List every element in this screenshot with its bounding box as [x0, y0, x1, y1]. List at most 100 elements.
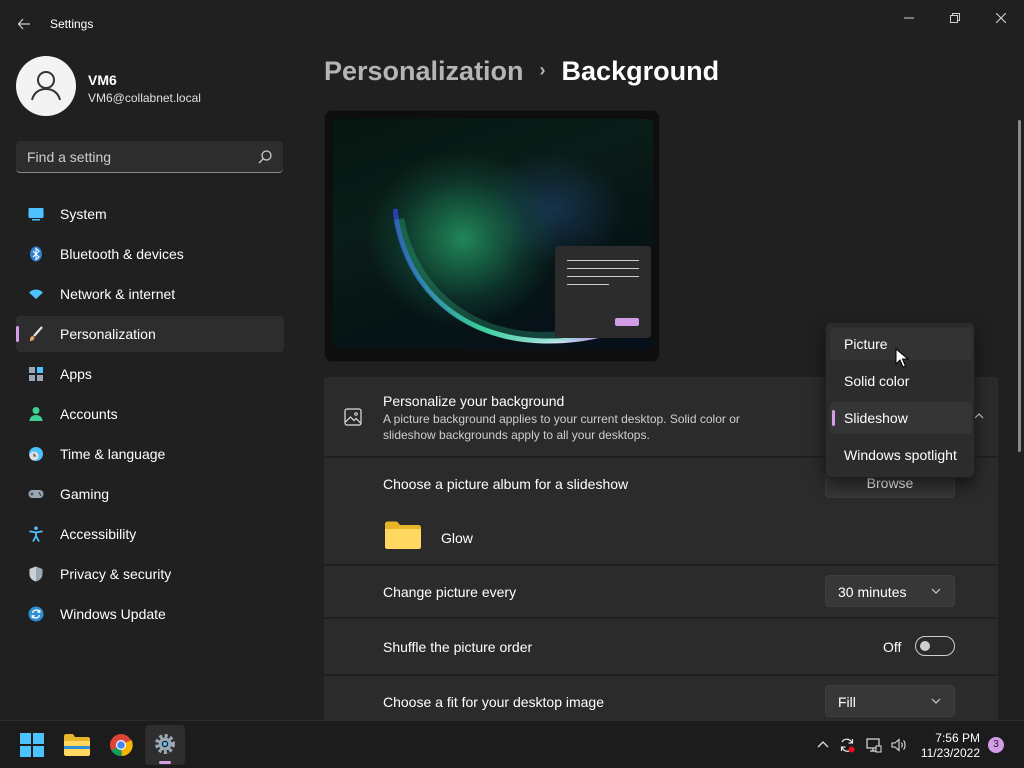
sync-alert-icon[interactable]	[839, 737, 855, 753]
gamepad-icon	[28, 490, 44, 498]
change-picture-label: Change picture every	[383, 584, 517, 600]
app-title: Settings	[50, 17, 94, 31]
minimize-icon	[904, 17, 914, 19]
fit-select[interactable]: Fill	[825, 685, 955, 717]
start-icon	[20, 733, 44, 757]
sidebar-item-system[interactable]: System	[16, 196, 284, 232]
taskbar-clock[interactable]: 7:56 PM 11/23/2022	[918, 731, 980, 761]
network-icon[interactable]	[866, 737, 882, 753]
sidebar-item-label: System	[60, 206, 107, 222]
sidebar-item-label: Time & language	[60, 446, 166, 462]
breadcrumb: Personalization › Background	[324, 56, 719, 96]
settings-taskbar-button[interactable]	[145, 725, 185, 765]
shuffle-toggle[interactable]	[915, 636, 955, 656]
mini-window-preview	[555, 246, 651, 338]
maximize-button[interactable]	[932, 4, 978, 32]
change-picture-interval-value: 30 minutes	[838, 584, 907, 600]
user-icon	[31, 71, 61, 101]
mouse-cursor-icon	[895, 348, 909, 368]
clock-time: 7:56 PM	[935, 731, 980, 745]
active-app-indicator	[159, 761, 171, 764]
title-bar: Settings	[0, 0, 1024, 48]
sidebar-item-windows-update[interactable]: Windows Update	[16, 596, 284, 632]
sidebar-item-label: Windows Update	[60, 606, 166, 622]
apps-icon	[29, 367, 43, 381]
personalize-background-description-line2: slideshow backgrounds apply to all your …	[383, 428, 650, 442]
shuffle-state-label: Off	[883, 639, 902, 655]
dropdown-option-label: Solid color	[844, 373, 910, 389]
album-folder-name[interactable]: Glow	[441, 530, 473, 546]
file-explorer-button[interactable]	[57, 725, 97, 765]
notification-badge[interactable]: 3	[988, 737, 1004, 753]
back-arrow-icon	[17, 18, 30, 30]
clock-globe-icon	[29, 447, 43, 461]
album-label: Choose a picture album for a slideshow	[383, 476, 629, 492]
search-input[interactable]: Find a setting	[16, 141, 283, 173]
user-email: VM6@collabnet.local	[88, 91, 201, 105]
search-placeholder: Find a setting	[27, 149, 112, 165]
background-type-dropdown[interactable]: Picture Solid color Slideshow Windows sp…	[825, 322, 975, 478]
chevron-up-icon[interactable]	[815, 737, 831, 753]
shield-icon	[29, 566, 43, 582]
fit-value: Fill	[838, 694, 856, 710]
back-button[interactable]	[12, 12, 36, 36]
volume-icon[interactable]	[891, 737, 907, 753]
sidebar-item-label: Accessibility	[60, 526, 137, 542]
sidebar-item-apps[interactable]: Apps	[16, 356, 284, 392]
picture-icon	[344, 408, 362, 426]
search-icon	[258, 150, 272, 164]
breadcrumb-parent[interactable]: Personalization	[324, 56, 524, 86]
close-icon	[995, 12, 1007, 24]
chrome-button[interactable]	[101, 725, 141, 765]
sidebar-item-label: Privacy & security	[60, 566, 172, 582]
change-picture-interval-select[interactable]: 30 minutes	[825, 575, 955, 607]
clock-date: 11/23/2022	[920, 746, 980, 760]
mini-line	[567, 268, 639, 269]
chrome-icon	[110, 734, 133, 757]
sidebar-item-privacy[interactable]: Privacy & security	[16, 556, 284, 592]
dropdown-option-label: Picture	[844, 336, 888, 352]
taskbar: 7:56 PM 11/23/2022 3	[0, 720, 1024, 768]
system-icon	[28, 208, 44, 221]
selection-indicator	[832, 410, 835, 426]
breadcrumb-separator: ›	[539, 60, 546, 80]
settings-icon	[155, 734, 175, 754]
accessibility-icon	[29, 526, 43, 542]
folder-icon	[385, 521, 421, 549]
close-button[interactable]	[978, 4, 1024, 32]
sidebar-item-accessibility[interactable]: Accessibility	[16, 516, 284, 552]
chevron-down-icon	[931, 588, 941, 594]
brush-icon	[30, 326, 43, 341]
wallpaper-preview	[333, 119, 653, 349]
dropdown-option-label: Slideshow	[844, 410, 908, 426]
dropdown-option-slideshow[interactable]: Slideshow	[830, 402, 972, 434]
toggle-knob	[920, 641, 930, 651]
sidebar-item-personalization[interactable]: Personalization	[16, 316, 284, 352]
desktop-preview	[324, 110, 660, 362]
bluetooth-icon	[30, 246, 42, 262]
dropdown-option-windows-spotlight[interactable]: Windows spotlight	[830, 439, 972, 471]
sidebar-item-gaming[interactable]: Gaming	[16, 476, 284, 512]
sidebar-item-accounts[interactable]: Accounts	[16, 396, 284, 432]
dropdown-option-label: Windows spotlight	[844, 447, 957, 463]
user-name: VM6	[88, 72, 117, 88]
dropdown-option-solid-color[interactable]: Solid color	[830, 365, 972, 397]
mini-accent-button	[615, 318, 639, 326]
sidebar-item-label: Network & internet	[60, 286, 176, 302]
scrollbar[interactable]	[1018, 120, 1021, 452]
start-button[interactable]	[12, 725, 52, 765]
minimize-button[interactable]	[886, 4, 932, 32]
chevron-up-icon[interactable]	[974, 411, 984, 421]
file-explorer-icon	[64, 734, 90, 756]
sidebar-item-label: Gaming	[60, 486, 110, 502]
avatar[interactable]	[16, 56, 76, 116]
personalize-background-description-line1: A picture background applies to your cur…	[383, 412, 740, 426]
update-icon	[28, 606, 44, 622]
sidebar-item-network[interactable]: Network & internet	[16, 276, 284, 312]
sidebar-item-label: Accounts	[60, 406, 118, 422]
chevron-down-icon	[931, 698, 941, 704]
sidebar-item-bluetooth[interactable]: Bluetooth & devices	[16, 236, 284, 272]
sidebar-item-label: Bluetooth & devices	[60, 246, 184, 262]
mini-line	[567, 284, 609, 285]
sidebar-item-time-language[interactable]: Time & language	[16, 436, 284, 472]
